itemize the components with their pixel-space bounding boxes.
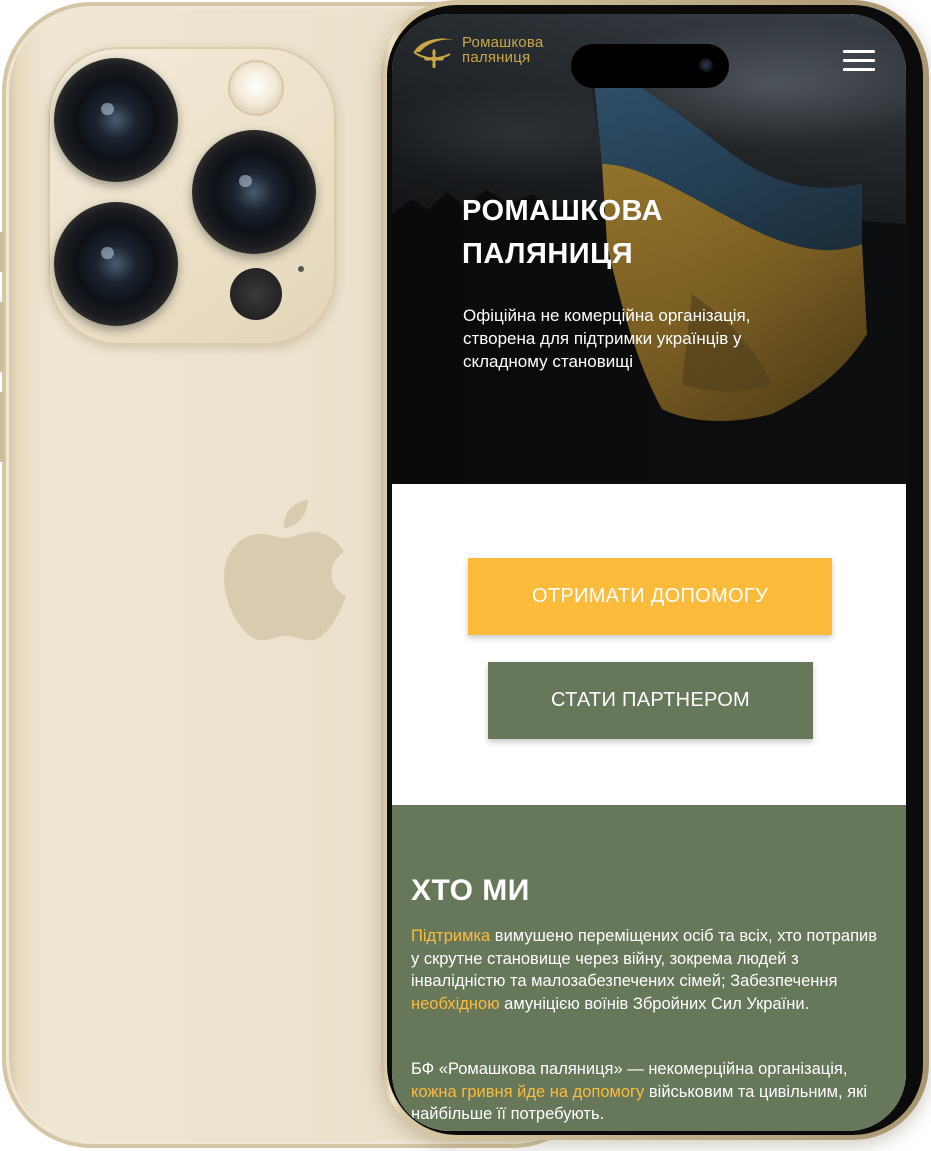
hero-subtitle: Офіційна не комерційна організація, ство… (463, 306, 751, 371)
logo-text: Ромашкова паляниця (462, 35, 543, 65)
hero-title-line-2: ПАЛЯНИЦЯ (462, 238, 634, 270)
menu-line (843, 68, 875, 71)
chamomile-logo-icon (413, 38, 454, 68)
about-section: ХТО МИ Підтримка вимушено переміщених ос… (392, 805, 906, 1131)
menu-line (843, 50, 875, 53)
hero-title-line-1: РОМАШКОВА (462, 195, 663, 227)
hero-section: Ромашкова паляниця РОМАШКОВА ПАЛЯНИЦЯ Оф… (392, 14, 906, 484)
volume-down-button (0, 392, 4, 462)
actions-section: ОТРИМАТИ ДОПОМОГУ СТАТИ ПАРТНЕРОМ (392, 484, 906, 805)
accent-text: необхідною (411, 994, 500, 1013)
paragraph-text: амуніцією воїнів Збройних Сил України. (499, 994, 810, 1013)
accent-text: кожна гривня йде на допомогу (411, 1082, 645, 1101)
lidar-sensor-icon (230, 268, 282, 320)
flash-icon (228, 60, 284, 116)
volume-up-button (0, 302, 4, 372)
logo-line-1: Ромашкова (462, 34, 544, 51)
microphone-icon (298, 266, 304, 272)
logo-line-2: паляниця (462, 49, 531, 66)
device-mockup: Ромашкова паляниця РОМАШКОВА ПАЛЯНИЦЯ Оф… (0, 0, 931, 1151)
accent-text: Підтримка (411, 927, 491, 945)
become-partner-button[interactable]: СТАТИ ПАРТНЕРОМ (488, 662, 813, 739)
about-title: ХТО МИ (411, 874, 530, 907)
about-paragraph-1: Підтримка вимушено переміщених осіб та в… (411, 925, 881, 1015)
hero-title: РОМАШКОВА ПАЛЯНИЦЯ (462, 190, 742, 276)
menu-line (843, 59, 875, 62)
camera-lens-icon (54, 58, 178, 182)
phone-screen: Ромашкова паляниця РОМАШКОВА ПАЛЯНИЦЯ Оф… (392, 14, 906, 1131)
camera-lens-icon (54, 202, 178, 326)
paragraph-text: БФ «Ромашкова паляниця» — некомерційна о… (411, 1060, 848, 1078)
camera-lens-icon (192, 130, 316, 254)
about-paragraph-2: БФ «Ромашкова паляниця» — некомерційна о… (411, 1058, 881, 1126)
apple-logo-icon (224, 500, 346, 641)
get-help-button[interactable]: ОТРИМАТИ ДОПОМОГУ (468, 558, 832, 635)
site-logo[interactable]: Ромашкова паляниця (410, 30, 570, 70)
dynamic-island (571, 44, 729, 88)
side-button (0, 232, 4, 272)
hamburger-menu-icon[interactable] (840, 48, 880, 74)
